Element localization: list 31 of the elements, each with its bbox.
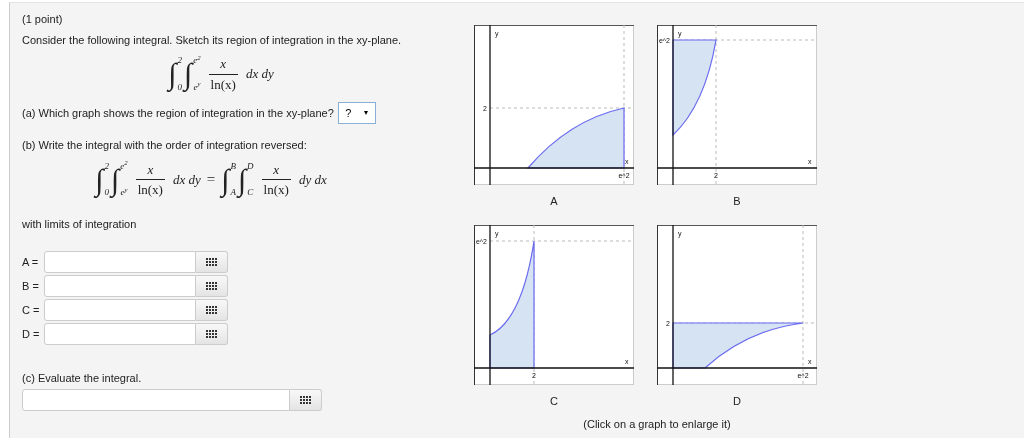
question-text: Consider the following integral. Sketch its region of integration in the xy-plane. bbox=[22, 32, 403, 48]
input-field[interactable] bbox=[44, 251, 196, 273]
question-text: (c) Evaluate the integral. bbox=[22, 371, 143, 386]
graph-caption: D bbox=[732, 394, 742, 409]
field-label: B = bbox=[22, 278, 40, 294]
graph-caption: C bbox=[549, 394, 559, 409]
keypad-button[interactable] bbox=[196, 275, 228, 297]
input-field[interactable] bbox=[44, 275, 196, 297]
input-field[interactable] bbox=[44, 323, 196, 345]
field-label: A = bbox=[22, 254, 40, 270]
field-label: C = bbox=[22, 302, 41, 318]
keypad-button[interactable] bbox=[290, 388, 322, 411]
graph-caption: A bbox=[549, 194, 559, 209]
keypad-button[interactable] bbox=[196, 299, 228, 321]
keypad-icon bbox=[206, 330, 217, 338]
hint-text: (Click on a graph to enlarge it) bbox=[582, 417, 732, 431]
keypad-button[interactable] bbox=[196, 323, 228, 345]
answer-dropdown[interactable]: ? ▾ bbox=[337, 102, 376, 124]
input-field[interactable] bbox=[44, 299, 196, 321]
field-label: D = bbox=[22, 326, 41, 342]
keypad-button[interactable] bbox=[196, 251, 228, 273]
input-field[interactable] bbox=[22, 388, 290, 411]
keypad-icon bbox=[300, 395, 311, 404]
question-text: (b) Write the integral with the order of integration reversed: bbox=[22, 138, 308, 153]
keypad-icon bbox=[206, 258, 217, 266]
points-label: (1 point) bbox=[22, 12, 64, 27]
graph-caption: B bbox=[732, 194, 742, 209]
keypad-icon bbox=[206, 306, 217, 314]
question-text: (a) Which graph shows the region of integration in the xy-plane? bbox=[22, 105, 334, 121]
keypad-icon bbox=[206, 282, 217, 290]
question-text: with limits of integration bbox=[22, 216, 138, 232]
